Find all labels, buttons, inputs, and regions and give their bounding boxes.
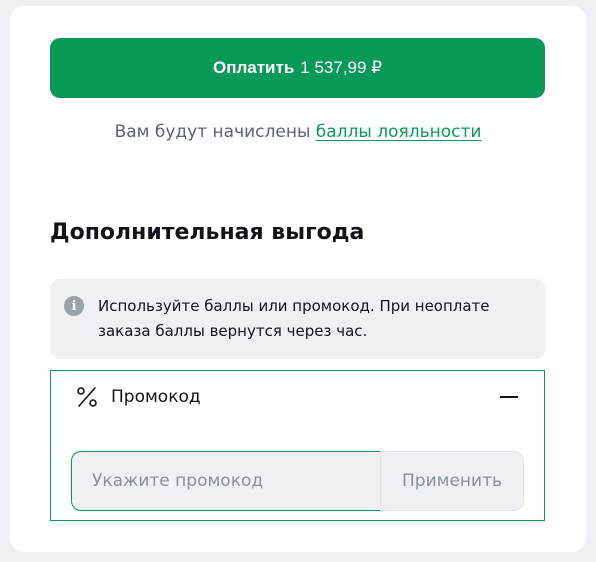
promo-code-header[interactable]: Промокод <box>51 371 544 423</box>
info-notice: i Используйте баллы или промокод. При не… <box>50 279 545 359</box>
section-title: Дополнительная выгода <box>50 220 365 245</box>
minus-icon[interactable] <box>500 396 518 398</box>
percent-icon <box>77 387 97 407</box>
promo-code-panel: Промокод Применить <box>50 370 545 521</box>
loyalty-prefix: Вам будут начислены <box>114 122 316 142</box>
promo-code-title: Промокод <box>111 387 201 407</box>
pay-button-label: Оплатить <box>212 58 295 77</box>
checkout-card: Оплатить 1 537,99 ₽ Вам будут начислены … <box>10 6 586 552</box>
apply-promo-button[interactable]: Применить <box>380 451 524 511</box>
info-text: Используйте баллы или промокод. При неоп… <box>98 297 490 340</box>
loyalty-points-link[interactable]: баллы лояльности <box>316 122 482 142</box>
pay-button-amount: 1 537,99 ₽ <box>300 58 383 77</box>
promo-code-field[interactable] <box>71 451 381 511</box>
info-icon: i <box>64 296 84 316</box>
pay-button[interactable]: Оплатить 1 537,99 ₽ <box>50 38 545 98</box>
promo-code-input[interactable] <box>72 452 380 510</box>
loyalty-note: Вам будут начислены баллы лояльности <box>10 122 586 142</box>
